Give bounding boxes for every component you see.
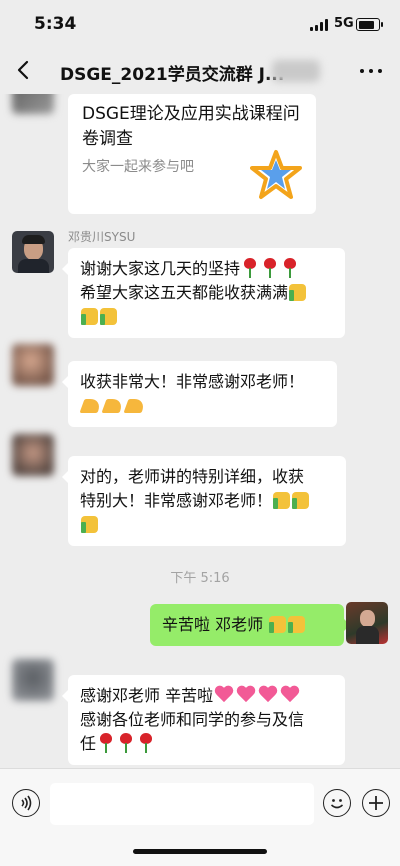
clap-emoji-icon xyxy=(123,399,147,413)
thumbs-up-emoji-icon xyxy=(292,492,310,509)
rose-emoji-icon xyxy=(283,258,297,278)
message-bubble[interactable]: 对的，老师讲的特别详细，收获 特别大！非常感谢邓老师！ xyxy=(62,456,346,546)
thumbs-up-emoji-icon xyxy=(269,616,287,633)
message-bubble[interactable]: 收获非常大！非常感谢邓老师！ xyxy=(62,361,337,427)
back-chevron-icon[interactable] xyxy=(14,59,34,81)
message-text: 感谢邓老师 辛苦啦 xyxy=(80,686,214,705)
message-text: 谢谢大家这几天的坚持 xyxy=(80,259,241,278)
message-bubble[interactable]: 感谢邓老师 辛苦啦 感谢各位老师和同学的参与及信 任 xyxy=(62,675,345,765)
message-input[interactable] xyxy=(50,783,314,825)
heart-emoji-icon xyxy=(258,686,278,704)
heart-emoji-icon xyxy=(280,686,300,704)
thumbs-up-emoji-icon xyxy=(81,308,98,325)
message-text: 特别大！非常感谢邓老师！ xyxy=(80,491,273,510)
card-description: 大家一起来参与吧 xyxy=(82,159,194,175)
avatar[interactable] xyxy=(12,231,54,273)
timestamp: 下午 5:16 xyxy=(170,571,230,586)
thumbs-up-emoji-icon xyxy=(288,616,306,633)
message-text: 收获非常大！非常感谢邓老师！ xyxy=(80,372,305,391)
heart-emoji-icon xyxy=(236,686,256,704)
chat-title: DSGE_2021学员交流群 J... xyxy=(60,65,285,85)
plus-icon[interactable] xyxy=(362,789,390,817)
link-card[interactable]: DSGE理论及应用实战课程问卷调查 大家一起来参与吧 xyxy=(68,94,316,214)
sender-name: 邓贵川SYSU xyxy=(68,230,136,244)
status-time: 5:34 xyxy=(34,14,77,34)
star-icon xyxy=(250,150,302,199)
avatar[interactable] xyxy=(12,659,54,701)
avatar[interactable] xyxy=(346,602,388,644)
clap-emoji-icon xyxy=(79,399,103,413)
avatar[interactable] xyxy=(12,434,54,476)
avatar[interactable] xyxy=(12,94,54,114)
clap-emoji-icon xyxy=(101,399,125,413)
message-bubble[interactable]: 辛苦啦 邓老师 xyxy=(150,604,350,646)
signal-icon xyxy=(310,19,328,31)
rose-emoji-icon xyxy=(139,733,153,753)
home-indicator xyxy=(133,849,267,854)
rose-emoji-icon xyxy=(119,733,133,753)
redacted-overlay xyxy=(272,60,320,82)
heart-emoji-icon xyxy=(214,686,234,704)
thumbs-up-emoji-icon xyxy=(100,308,117,325)
thumbs-up-emoji-icon xyxy=(81,516,98,533)
rose-emoji-icon xyxy=(243,258,257,278)
network-label: 5G xyxy=(334,16,354,31)
avatar[interactable] xyxy=(12,344,54,386)
message-text: 感谢各位老师和同学的参与及信 xyxy=(80,710,305,729)
status-bar: 5:34 5G xyxy=(0,0,400,48)
more-icon[interactable] xyxy=(358,61,384,79)
chat-header: DSGE_2021学员交流群 J... xyxy=(0,48,400,94)
rose-emoji-icon xyxy=(263,258,277,278)
message-text: 对的，老师讲的特别详细，收获 xyxy=(80,467,305,486)
message-text: 希望大家这五天都能收获满满 xyxy=(80,283,289,302)
battery-icon xyxy=(356,18,383,31)
rose-emoji-icon xyxy=(99,733,113,753)
thumbs-up-emoji-icon xyxy=(273,492,291,509)
message-text: 任 xyxy=(80,734,97,753)
message-bubble[interactable]: 谢谢大家这几天的坚持 希望大家这五天都能收获满满 xyxy=(62,248,345,338)
card-title: DSGE理论及应用实战课程问卷调查 xyxy=(82,104,300,149)
message-list[interactable]: DSGE理论及应用实战课程问卷调查 大家一起来参与吧 邓贵川SYSU 谢谢大家这… xyxy=(0,94,400,768)
emoji-icon[interactable] xyxy=(323,789,351,817)
thumbs-up-emoji-icon xyxy=(289,284,307,301)
message-text: 辛苦啦 邓老师 xyxy=(162,615,264,634)
voice-icon[interactable] xyxy=(12,789,40,817)
